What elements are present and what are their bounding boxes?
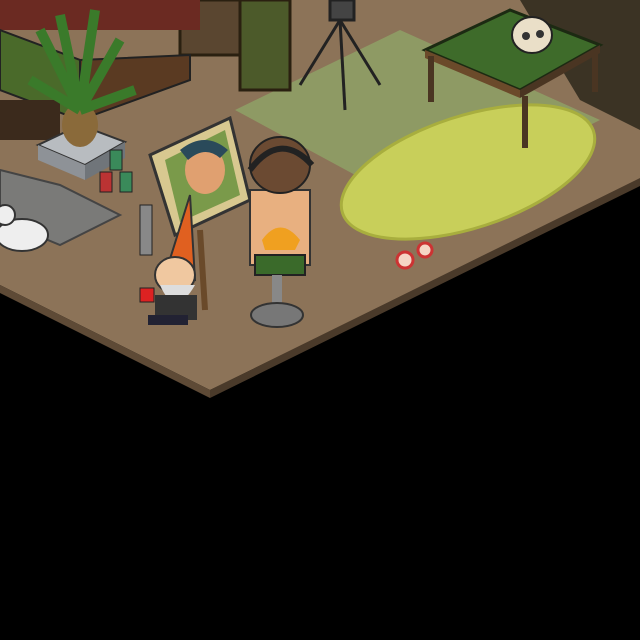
room-scene[interactable] (0, 0, 640, 640)
game-viewport[interactable] (0, 0, 640, 640)
avatar-on-stool[interactable] (247, 136, 315, 276)
skull[interactable] (511, 16, 553, 54)
